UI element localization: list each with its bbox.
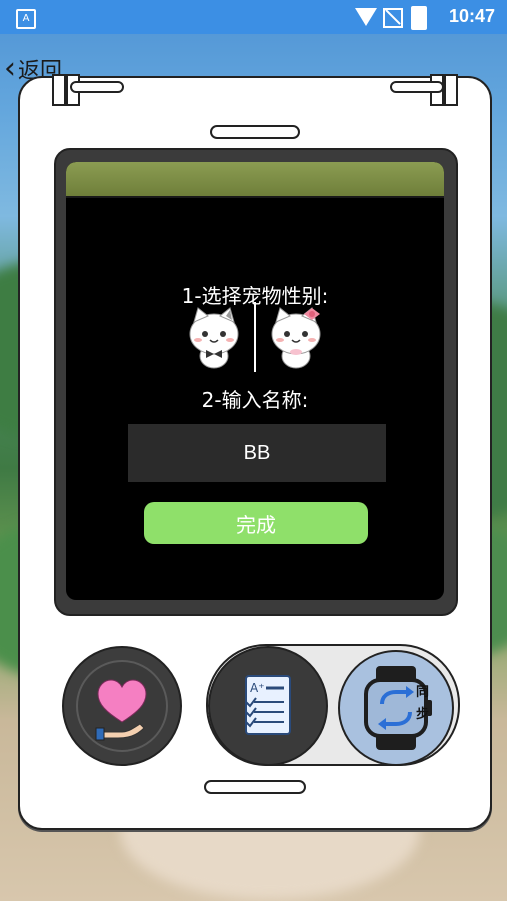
svg-text:A⁺: A⁺: [250, 681, 265, 695]
sync-label-line1: 同: [416, 685, 430, 700]
battery-icon: [411, 6, 427, 30]
app-notification-icon: A: [16, 9, 36, 29]
device-rail: [444, 74, 458, 106]
no-signal-icon: [383, 8, 403, 28]
device-bottom-slot: [204, 780, 306, 794]
screen-frame: 1-选择宠物性别: 2-输入名称: BB 完成: [54, 148, 458, 616]
sync-button[interactable]: [338, 650, 454, 766]
device-top-slot: [210, 125, 300, 139]
female-cat-icon: [271, 307, 321, 369]
screen-top-bar: [66, 162, 444, 198]
sync-label-line2: 步: [416, 707, 430, 722]
pet-setup-screen: 1-选择宠物性别: 2-输入名称: BB 完成: [66, 162, 444, 600]
male-cat-icon: [189, 307, 239, 369]
watch-sync-icon: [364, 666, 432, 750]
gender-divider: [254, 302, 256, 372]
pet-name-input[interactable]: [128, 424, 386, 482]
report-button[interactable]: A⁺: [208, 646, 328, 766]
care-button[interactable]: [62, 646, 182, 766]
heart-hand-icon: [95, 679, 147, 741]
device-slot: [390, 81, 444, 93]
tool-pill: A⁺ 同 步: [206, 644, 460, 766]
device-rail: [52, 74, 66, 106]
device-frame: 1-选择宠物性别: 2-输入名称: BB 完成 A⁺ 同 步: [18, 74, 492, 830]
done-button[interactable]: 完成: [144, 502, 368, 544]
male-cat-option[interactable]: [186, 306, 242, 372]
status-time: 10:47: [448, 6, 495, 26]
step2-label: 2-输入名称:: [201, 388, 309, 412]
female-cat-option[interactable]: [268, 306, 324, 372]
chevron-left-icon: ‹: [4, 51, 16, 86]
care-button-inner: [76, 660, 168, 752]
sync-label: 同 步: [416, 682, 429, 726]
checklist-icon: A⁺: [245, 675, 291, 735]
device-slot: [70, 81, 124, 93]
wifi-icon: [355, 8, 377, 26]
status-bar: A 10:47: [0, 0, 507, 34]
